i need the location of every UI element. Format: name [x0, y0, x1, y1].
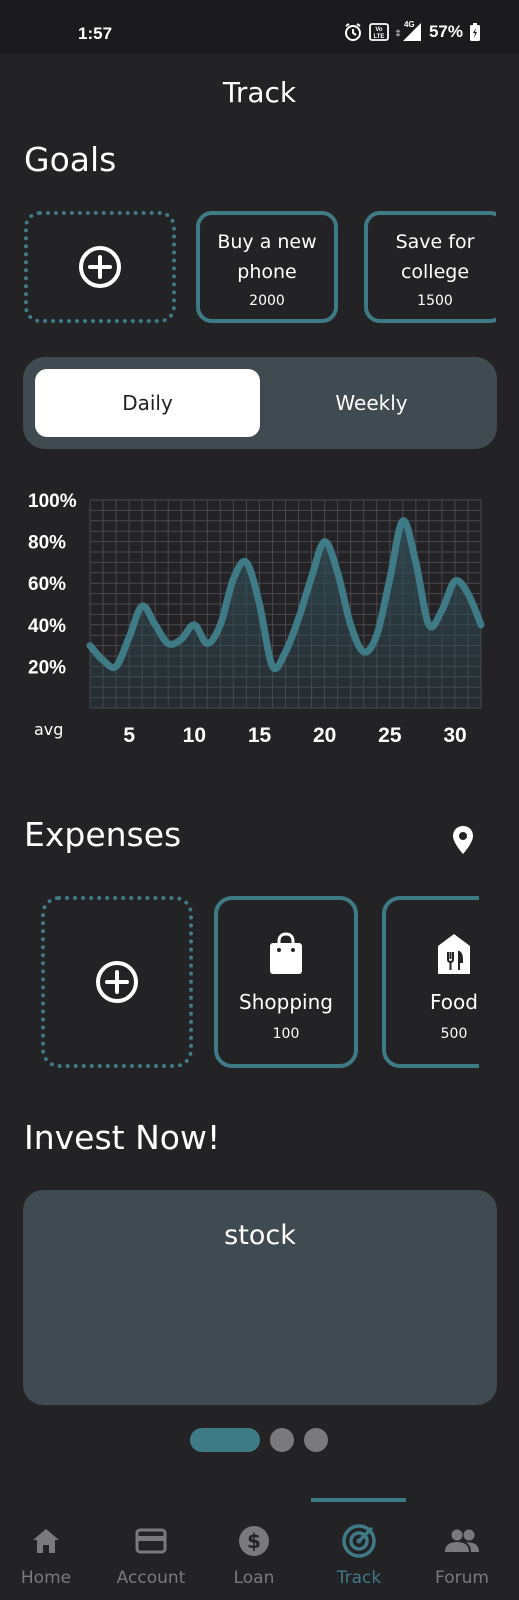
nav-item-home[interactable]: Home: [0, 1522, 98, 1588]
expense-amount: 100: [272, 1026, 300, 1042]
status-bar: 1:57 Vo LTE 4G 57%: [0, 0, 519, 54]
nav-active-indicator: [311, 1498, 406, 1502]
location-pin-icon[interactable]: [451, 825, 475, 855]
nav-item-account[interactable]: Account: [99, 1522, 203, 1588]
goal-title-line2: college: [400, 261, 470, 283]
dollar-icon: $: [239, 1526, 269, 1556]
goals-list: Buy a new phone 2000 Save for college 15…: [190, 205, 496, 335]
carousel-indicator: [190, 1428, 328, 1452]
page-title: Track: [222, 76, 297, 109]
nav-label: Account: [116, 1568, 186, 1588]
expenses-title: Expenses: [24, 815, 182, 854]
nav-item-forum[interactable]: Forum: [410, 1522, 514, 1588]
svg-text:LTE: LTE: [374, 34, 385, 40]
svg-text:Vo: Vo: [375, 27, 383, 33]
goals-title: Goals: [24, 140, 117, 179]
battery-percent: 57%: [428, 22, 463, 41]
nav-label: Track: [336, 1568, 382, 1588]
y-tick-label: 60%: [28, 574, 66, 595]
y-tick-label: 80%: [28, 533, 66, 554]
add-circle-icon: [79, 246, 121, 288]
y-tick-label: 100%: [28, 491, 77, 512]
goal-amount: 2000: [249, 293, 285, 309]
food-icon: [438, 934, 470, 974]
nav-label: Loan: [233, 1568, 275, 1588]
x-axis-start-label: avg: [34, 720, 63, 739]
home-icon: [33, 1529, 59, 1553]
add-goal-button[interactable]: [24, 211, 176, 323]
y-tick-label: 40%: [28, 616, 66, 637]
alarm-icon: [344, 23, 361, 41]
battery-charging-icon: [470, 23, 480, 41]
invest-card[interactable]: stock: [23, 1190, 497, 1405]
goal-title-line1: Save for: [395, 231, 475, 253]
period-toggle: Daily Weekly: [23, 357, 497, 449]
add-circle-icon: [96, 961, 138, 1003]
svg-text:$: $: [247, 1529, 261, 1553]
invest-card-label: stock: [224, 1220, 296, 1251]
weekly-tab[interactable]: Weekly: [259, 369, 484, 437]
carousel-dot-active[interactable]: [190, 1428, 260, 1452]
nav-label: Home: [20, 1568, 72, 1588]
x-tick-label: 5: [123, 724, 135, 747]
expense-title: Shopping: [239, 990, 333, 1014]
goal-amount: 1500: [417, 293, 453, 309]
card-icon: [135, 1528, 167, 1554]
volte-icon: Vo LTE: [369, 23, 389, 41]
nav-item-track[interactable]: Track: [307, 1522, 411, 1588]
daily-tab[interactable]: Daily: [35, 369, 260, 437]
expenses-list: Shopping 100 Food 500: [208, 890, 479, 1074]
x-tick-label: 25: [378, 724, 402, 747]
signal-icon: 4G: [395, 20, 423, 42]
expense-title: Food: [430, 990, 478, 1014]
expense-card[interactable]: Food 500: [382, 896, 479, 1068]
goal-card[interactable]: Buy a new phone 2000: [196, 211, 338, 323]
carousel-dot[interactable]: [270, 1428, 294, 1452]
track-icon: [342, 1524, 376, 1558]
progress-chart: 100% 80% 60% 40% 20% 5 10 15 20 25 30 avg: [28, 491, 485, 747]
people-icon: [445, 1529, 479, 1552]
nav-label: Forum: [435, 1568, 489, 1588]
x-tick-label: 10: [183, 724, 206, 747]
goal-card[interactable]: Save for college 1500: [364, 211, 496, 323]
x-tick-label: 30: [443, 724, 466, 747]
carousel-dot[interactable]: [304, 1428, 328, 1452]
status-time: 1:57: [78, 24, 113, 43]
network-type: 4G: [403, 20, 415, 29]
x-tick-label: 20: [313, 724, 336, 747]
shopping-bag-icon: [270, 932, 302, 974]
bottom-nav: Home Account $ Loan Track Forum: [0, 1494, 519, 1600]
add-expense-button[interactable]: [41, 896, 193, 1068]
invest-title: Invest Now!: [24, 1118, 221, 1157]
x-tick-label: 15: [248, 724, 272, 747]
expense-amount: 500: [440, 1026, 468, 1042]
y-tick-label: 20%: [28, 657, 66, 678]
goal-title-line2: phone: [237, 261, 297, 283]
nav-item-loan[interactable]: $ Loan: [202, 1522, 306, 1588]
expense-card[interactable]: Shopping 100: [214, 896, 358, 1068]
goal-title-line1: Buy a new: [217, 231, 317, 253]
status-icons: Vo LTE 4G 57%: [343, 20, 481, 42]
